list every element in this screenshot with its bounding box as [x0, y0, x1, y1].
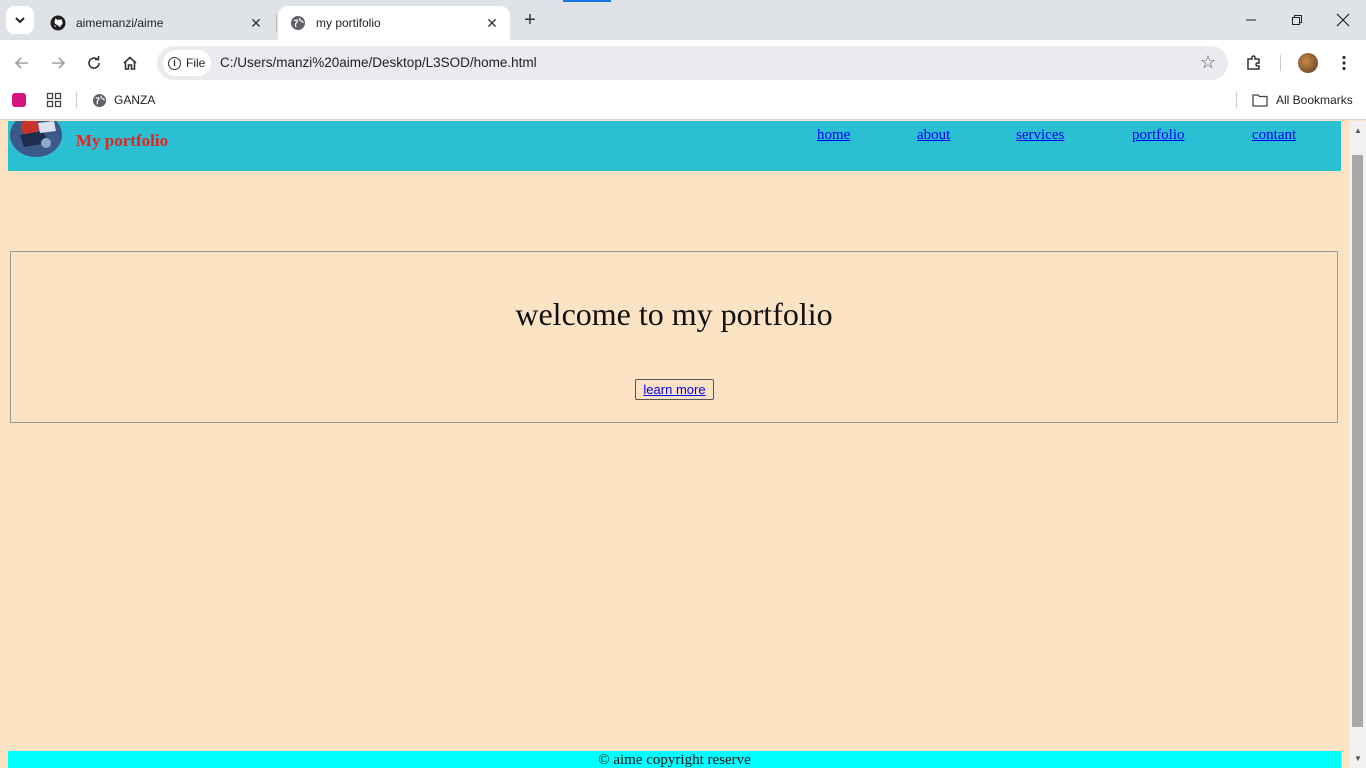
tab-separator — [276, 14, 277, 32]
bookmarks-bar: GANZA All Bookmarks — [0, 86, 1366, 120]
extension-app-button[interactable] — [12, 86, 26, 114]
site-info-chip[interactable]: i File — [163, 50, 211, 76]
reload-button[interactable] — [80, 49, 108, 77]
scroll-thumb[interactable] — [1352, 155, 1363, 727]
apps-button[interactable] — [46, 86, 62, 114]
page-scrollbar[interactable]: ▲ ▼ — [1350, 121, 1366, 768]
scroll-up-icon[interactable]: ▲ — [1354, 126, 1362, 135]
learn-more-button[interactable]: learn more — [635, 379, 714, 400]
profile-button[interactable] — [1294, 49, 1322, 77]
tab-search-button[interactable] — [6, 6, 34, 34]
close-icon — [1336, 13, 1350, 27]
url-text[interactable]: C:/Users/manzi%20aime/Desktop/L3SOD/home… — [220, 55, 537, 70]
menu-button[interactable] — [1330, 49, 1358, 77]
address-bar[interactable]: i File C:/Users/manzi%20aime/Desktop/L3S… — [157, 46, 1228, 80]
nav-link-portfolio[interactable]: portfolio — [1132, 127, 1185, 144]
hero-section: welcome to my portfolio learn more — [10, 251, 1338, 423]
info-icon: i — [168, 56, 181, 70]
forward-button[interactable] — [44, 49, 72, 77]
scroll-down-icon[interactable]: ▼ — [1354, 754, 1362, 763]
github-icon — [50, 15, 66, 31]
apps-grid-icon — [46, 92, 62, 108]
all-bookmarks-label: All Bookmarks — [1276, 93, 1353, 107]
tab-portfolio[interactable]: my portifolio ✕ — [278, 6, 510, 40]
site-footer: © aime copyright reserve — [8, 751, 1341, 768]
arrow-left-icon — [14, 57, 28, 69]
nav-link-about[interactable]: about — [917, 127, 950, 144]
site-header: My portfolio home about services portfol… — [8, 121, 1341, 171]
logo-image — [10, 121, 62, 157]
tab-title: aimemanzi/aime — [76, 16, 164, 30]
tab-github[interactable]: aimemanzi/aime ✕ — [38, 6, 274, 40]
home-icon — [123, 56, 137, 70]
reload-icon — [88, 56, 100, 69]
nav-link-contact[interactable]: contant — [1252, 127, 1296, 144]
page-viewport: My portfolio home about services portfol… — [0, 121, 1350, 768]
back-button[interactable] — [8, 49, 36, 77]
tab-loading-indicator — [563, 0, 611, 2]
avatar — [1298, 53, 1318, 73]
chevron-down-icon — [15, 17, 25, 24]
bookmark-divider — [1236, 92, 1237, 108]
restore-button[interactable] — [1274, 0, 1320, 40]
tab-strip: aimemanzi/aime ✕ my portifolio ✕ + — [0, 0, 1366, 40]
minimize-button[interactable] — [1228, 0, 1274, 40]
more-vertical-icon — [1342, 55, 1346, 71]
folder-icon — [1252, 94, 1268, 107]
toolbar-divider — [1280, 55, 1281, 71]
tab-title: my portifolio — [316, 16, 381, 30]
globe-icon — [92, 93, 107, 107]
close-icon[interactable]: ✕ — [246, 13, 266, 33]
puzzle-icon — [1247, 55, 1260, 70]
new-tab-button[interactable]: + — [518, 8, 542, 32]
minimize-icon — [1246, 19, 1256, 21]
all-bookmarks-button[interactable]: All Bookmarks — [1252, 86, 1353, 114]
bookmark-ganza[interactable]: GANZA — [92, 86, 155, 114]
app-icon — [12, 93, 26, 107]
restore-icon — [1292, 15, 1302, 25]
bookmark-star-icon[interactable]: ☆ — [1200, 52, 1216, 73]
bookmark-divider — [76, 92, 77, 108]
nav-link-home[interactable]: home — [817, 127, 850, 144]
extensions-button[interactable] — [1240, 49, 1268, 77]
hero-title: welcome to my portfolio — [515, 296, 833, 332]
nav-link-services[interactable]: services — [1016, 127, 1064, 144]
arrow-right-icon — [52, 57, 66, 69]
globe-icon — [290, 15, 306, 31]
close-window-button[interactable] — [1320, 0, 1366, 40]
bookmark-label: GANZA — [114, 93, 156, 107]
site-brand[interactable]: My portfolio — [76, 131, 168, 151]
site-info-label: File — [186, 56, 206, 70]
home-button[interactable] — [116, 49, 144, 77]
close-icon[interactable]: ✕ — [482, 13, 502, 33]
